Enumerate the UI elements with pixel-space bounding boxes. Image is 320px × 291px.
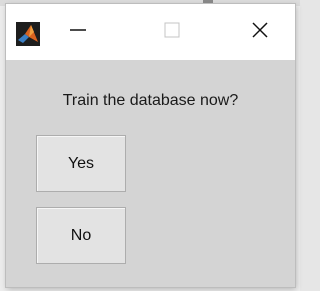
close-button[interactable]: [232, 4, 288, 60]
minimize-icon: [69, 21, 87, 44]
maximize-icon: [163, 21, 181, 44]
yes-button-label: Yes: [67, 154, 95, 172]
matlab-logo-icon: [16, 22, 40, 46]
yes-button[interactable]: Yes: [36, 135, 126, 192]
prompt-text: Train the database now?: [62, 92, 239, 109]
background-window-edge-right: [300, 0, 320, 291]
no-button-label: No: [70, 226, 92, 244]
maximize-button[interactable]: [144, 4, 200, 60]
title-bar[interactable]: [6, 4, 295, 60]
minimize-button[interactable]: [50, 4, 106, 60]
no-button[interactable]: No: [36, 207, 126, 264]
close-icon: [250, 20, 270, 45]
dialog-window: Train the database now? Yes No: [6, 4, 295, 287]
